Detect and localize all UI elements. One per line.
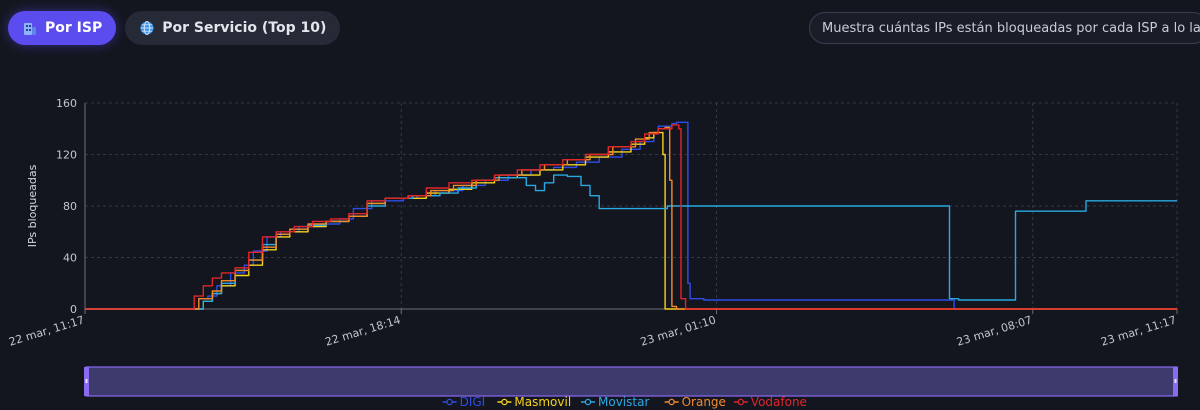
legend-label: Masmovil — [514, 395, 571, 409]
zoom-slider-range[interactable] — [85, 366, 1178, 397]
line-chart: 0 40 80 120 160 22 mar, 11:17 22 mar, 18:14 23 … — [7, 97, 1178, 409]
x-tick-label: 22 mar, 11:17 — [7, 313, 86, 348]
y-tick-label: 0 — [70, 303, 77, 316]
legend-swatch-marker — [668, 398, 675, 406]
legend-label: DIGI — [460, 395, 486, 409]
y-tick-label: 40 — [63, 252, 77, 265]
legend-item-vodafone[interactable]: Vodafone — [733, 395, 807, 409]
zoom-handle-grip-left — [85, 379, 88, 383]
legend-item-movistar[interactable]: Movistar — [581, 395, 649, 409]
series-line-masmovil — [85, 131, 1177, 310]
zoom-handle-grip-right — [1174, 379, 1177, 383]
x-tick-label: 23 mar, 11:17 — [1099, 313, 1178, 348]
legend-item-orange[interactable]: Orange — [664, 395, 726, 409]
legend-item-masmovil[interactable]: Masmovil — [497, 395, 571, 409]
legend-swatch-marker — [584, 398, 592, 406]
legend-item-digi[interactable]: DIGI — [442, 395, 486, 409]
y-tick-label: 80 — [63, 200, 77, 213]
legend-swatch-marker — [446, 398, 453, 406]
series-line-movistar — [85, 174, 1177, 310]
y-tick-label: 160 — [56, 97, 77, 110]
grid-lines — [85, 102, 1178, 310]
series-lines — [85, 121, 1177, 310]
legend-label: Movistar — [598, 395, 649, 409]
chart-legend: DIGI Masmovil Movistar Orange Vodafone — [442, 395, 807, 409]
x-tick-label: 22 mar, 18:14 — [324, 313, 403, 348]
legend-label: Orange — [682, 395, 726, 409]
legend-label: Vodafone — [751, 395, 807, 409]
legend-swatch-marker — [501, 398, 508, 406]
zoom-slider[interactable] — [84, 366, 1178, 397]
x-tick-label: 23 mar, 08:07 — [955, 313, 1034, 348]
axes: 0 40 80 120 160 22 mar, 11:17 22 mar, 18:14 23 … — [7, 97, 1178, 349]
legend-swatch-marker — [737, 398, 745, 406]
y-axis-label: IPs bloqueadas — [26, 164, 39, 247]
x-tick-label: 23 mar, 01:10 — [639, 313, 718, 348]
y-tick-label: 120 — [56, 149, 77, 162]
